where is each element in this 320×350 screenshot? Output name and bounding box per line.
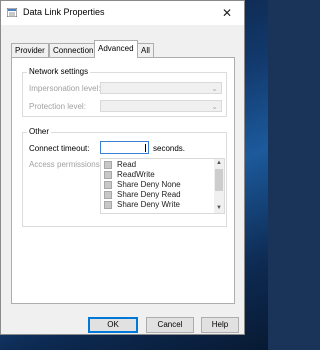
tab-connection[interactable]: Connection xyxy=(49,43,98,57)
other-legend: Other xyxy=(27,127,52,136)
list-scrollbar[interactable]: ▲ ▼ xyxy=(214,159,224,213)
chevron-down-icon: ⌄ xyxy=(211,84,218,93)
permission-label: ReadWrite xyxy=(117,170,155,179)
connect-timeout-input[interactable] xyxy=(100,141,149,154)
permission-label: Share Deny Write xyxy=(117,200,180,209)
protection-level-select[interactable]: ⌄ xyxy=(100,100,222,112)
chevron-down-icon: ⌄ xyxy=(211,102,218,111)
checkbox[interactable] xyxy=(104,201,112,209)
data-link-icon xyxy=(7,8,17,17)
close-icon[interactable]: ✕ xyxy=(212,3,242,23)
scrollbar-thumb[interactable] xyxy=(215,169,223,191)
access-permissions-list[interactable]: Read ReadWrite Share Deny None Share Den… xyxy=(100,158,225,214)
impersonation-level-select[interactable]: ⌄ xyxy=(100,82,222,94)
access-permissions-label: Access permissions: xyxy=(29,160,102,169)
checkbox[interactable] xyxy=(104,181,112,189)
data-link-properties-dialog: Data Link Properties ✕ Provider Connecti… xyxy=(0,0,245,335)
permission-label: Read xyxy=(117,160,137,169)
connect-timeout-label: Connect timeout: xyxy=(29,144,90,153)
text-caret xyxy=(145,144,146,152)
permission-label: Share Deny Read xyxy=(117,190,181,199)
checkbox[interactable] xyxy=(104,191,112,199)
cancel-button[interactable]: Cancel xyxy=(146,317,194,333)
tab-provider[interactable]: Provider xyxy=(11,43,49,57)
advanced-tab-panel: Network settings Impersonation level: ⌄ … xyxy=(11,57,235,304)
title-bar[interactable]: Data Link Properties ✕ xyxy=(1,1,244,25)
scroll-up-icon[interactable]: ▲ xyxy=(214,159,224,168)
checkbox[interactable] xyxy=(104,161,112,169)
window-title: Data Link Properties xyxy=(23,7,105,17)
timeout-unit-label: seconds. xyxy=(153,144,186,153)
network-settings-legend: Network settings xyxy=(27,67,91,76)
ok-button[interactable]: OK xyxy=(88,317,138,333)
tab-advanced[interactable]: Advanced xyxy=(94,40,138,58)
help-button[interactable]: Help xyxy=(201,317,239,333)
tab-all[interactable]: All xyxy=(137,43,154,57)
checkbox[interactable] xyxy=(104,171,112,179)
permission-label: Share Deny None xyxy=(117,180,181,189)
impersonation-level-label: Impersonation level: xyxy=(29,84,101,93)
protection-level-label: Protection level: xyxy=(29,102,86,111)
scroll-down-icon[interactable]: ▼ xyxy=(214,204,224,213)
